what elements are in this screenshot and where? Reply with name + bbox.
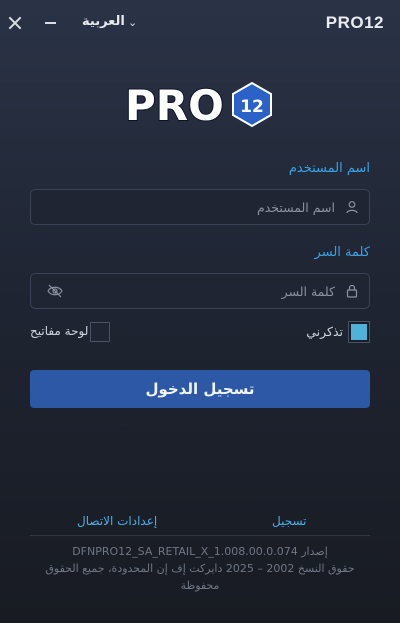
copyright-reserved-text: محفوظة (180, 579, 220, 592)
keyboard-label: لوحة مفاتيح (30, 324, 89, 338)
lock-icon (346, 284, 358, 298)
remember-me-checkbox[interactable] (348, 321, 370, 343)
username-label: اسم المستخدم (288, 161, 370, 176)
username-placeholder: اسم المستخدم (256, 200, 335, 215)
copyright-text: حقوق النسخ 2002 – 2025 دايركت إف إن المح… (45, 562, 355, 575)
user-icon (346, 201, 358, 214)
login-button[interactable]: تسجيل الدخول (30, 370, 370, 408)
logo-badge: 12 (240, 97, 264, 117)
close-icon[interactable] (7, 15, 23, 31)
register-link[interactable]: تسجيل (272, 514, 307, 528)
app-title: PRO12 (325, 13, 384, 32)
minimize-icon[interactable] (45, 22, 56, 24)
remember-me-label: تذكرني (306, 324, 343, 339)
version-text: إصدار DFNPRO12_SA_RETAIL_X_1.008.00.0.07… (72, 545, 328, 558)
connection-settings-link[interactable]: إعدادات الاتصال (77, 514, 157, 528)
password-placeholder: كلمة السر (281, 284, 335, 299)
logo-text: PRO (125, 81, 224, 128)
divider (30, 535, 370, 536)
pro12-logo: PRO 12 (125, 80, 272, 128)
eye-off-icon[interactable] (47, 284, 63, 298)
password-field[interactable]: كلمة السر (30, 273, 370, 309)
username-field[interactable]: اسم المستخدم (30, 189, 370, 225)
password-label: كلمة السر (314, 245, 370, 260)
keyboard-checkbox[interactable] (90, 322, 110, 342)
chevron-down-icon[interactable]: ⌄ (128, 16, 137, 29)
language-selector[interactable]: العربية (82, 14, 125, 29)
